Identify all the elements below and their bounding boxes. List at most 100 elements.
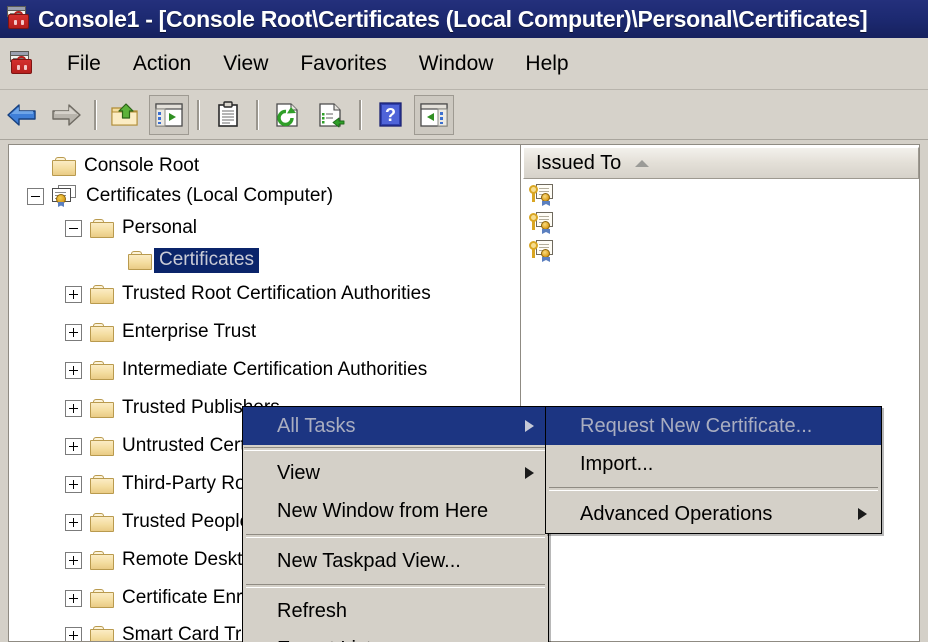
tree-item-trusted-people[interactable]: Trusted People xyxy=(65,507,250,537)
tree-item-label: Trusted Root Certification Authorities xyxy=(122,283,431,304)
mmc-console-icon-small[interactable] xyxy=(9,50,35,77)
tree-expand-toggle[interactable] xyxy=(65,323,82,341)
properties-button[interactable] xyxy=(208,95,248,135)
context-menu-item-label: Refresh xyxy=(277,599,348,622)
tree-expand-toggle[interactable] xyxy=(65,551,82,569)
folder-icon xyxy=(128,250,152,270)
context-menu-item-label: All Tasks xyxy=(277,414,356,437)
submenu-item-label: Import... xyxy=(580,452,654,475)
tree-item-personal[interactable]: Personal xyxy=(65,213,197,243)
all-tasks-submenu[interactable]: Request New Certificate... Import... Adv… xyxy=(545,406,882,534)
folder-icon xyxy=(90,398,114,418)
column-header-issued-to[interactable]: Issued To xyxy=(523,147,919,179)
title-bar: Console1 - [Console Root\Certificates (L… xyxy=(0,0,928,38)
tree-expand-toggle[interactable] xyxy=(65,437,82,455)
submenu-item-label: Request New Certificate... xyxy=(580,414,813,437)
context-menu-item-refresh[interactable]: Refresh xyxy=(243,592,548,630)
list-rows xyxy=(523,181,919,301)
tree-item-remote-desktop[interactable]: Remote Desktop xyxy=(65,545,264,575)
action-pane-icon xyxy=(419,101,449,129)
folder-icon xyxy=(90,625,114,641)
context-menu-item-label: New Taskpad View... xyxy=(277,549,461,572)
show-hide-console-tree-button[interactable] xyxy=(149,94,189,135)
context-menu-item-view[interactable]: View xyxy=(243,454,548,492)
context-menu-separator xyxy=(246,584,545,588)
submenu-item-request-new-certificate[interactable]: Request New Certificate... xyxy=(546,407,881,445)
table-row[interactable] xyxy=(523,209,919,237)
tree-expand-toggle[interactable] xyxy=(65,513,82,531)
refresh-button[interactable] xyxy=(267,95,307,135)
certificate-icon xyxy=(529,183,555,207)
certificate-icon xyxy=(529,239,555,263)
forward-button[interactable] xyxy=(46,95,86,135)
tree-item-label: Certificates xyxy=(154,247,260,273)
sort-ascending-icon xyxy=(635,159,650,167)
context-menu-separator xyxy=(246,534,545,538)
submenu-item-import[interactable]: Import... xyxy=(546,445,881,483)
toolbar-separator-2 xyxy=(197,99,200,130)
context-menu-item-new-window-from-here[interactable]: New Window from Here xyxy=(243,492,548,530)
svg-text:?: ? xyxy=(385,105,396,125)
table-row[interactable] xyxy=(523,237,919,265)
tree-item-certificates-local-computer[interactable]: Certificates (Local Computer) xyxy=(27,181,333,211)
tree-item-trusted-root-certification-authorities[interactable]: Trusted Root Certification Authorities xyxy=(65,279,431,309)
folder-icon xyxy=(90,436,114,456)
menu-file[interactable]: File xyxy=(51,50,117,78)
submenu-item-advanced-operations[interactable]: Advanced Operations xyxy=(546,495,881,533)
menu-bar: File Action View Favorites Window Help xyxy=(0,38,928,90)
tree-item-label: Console Root xyxy=(84,155,200,176)
up-one-level-button[interactable] xyxy=(105,95,145,135)
tree-expand-toggle[interactable] xyxy=(65,285,82,303)
certificate-icon xyxy=(529,211,555,235)
folder-icon xyxy=(52,156,76,176)
toolbar-separator-3 xyxy=(256,99,259,130)
menu-favorites[interactable]: Favorites xyxy=(284,50,402,78)
tree-item-label: Certificates (Local Computer) xyxy=(86,185,334,206)
folder-icon xyxy=(90,550,114,570)
menu-window[interactable]: Window xyxy=(403,50,510,78)
context-menu-item-new-taskpad-view[interactable]: New Taskpad View... xyxy=(243,542,548,580)
tree-expand-toggle[interactable] xyxy=(65,589,82,607)
context-menu[interactable]: All Tasks View New Window from Here New … xyxy=(242,406,549,642)
folder-icon xyxy=(90,218,114,238)
tree-item-certificates-selected[interactable]: Certificates xyxy=(103,245,260,275)
context-menu-separator xyxy=(244,447,547,451)
folder-icon xyxy=(90,512,114,532)
folder-icon xyxy=(90,284,114,304)
back-button[interactable] xyxy=(2,95,42,135)
menu-action[interactable]: Action xyxy=(117,50,207,78)
up-folder-icon xyxy=(110,101,140,129)
refresh-icon xyxy=(272,101,302,129)
tree-item-enterprise-trust[interactable]: Enterprise Trust xyxy=(65,317,256,347)
tree-collapse-toggle[interactable] xyxy=(27,187,44,205)
tree-expand-toggle[interactable] xyxy=(65,475,82,493)
console-tree-icon xyxy=(154,101,184,129)
export-list-button[interactable] xyxy=(311,95,351,135)
tree-item-console-root[interactable]: Console Root xyxy=(27,151,199,181)
show-hide-action-pane-button[interactable] xyxy=(414,94,454,135)
tree-expand-toggle[interactable] xyxy=(65,399,82,417)
context-menu-item-export-list[interactable]: Export List... xyxy=(243,630,548,642)
tree-expand-toggle[interactable] xyxy=(65,626,82,641)
help-button[interactable]: ? xyxy=(370,95,410,135)
context-menu-item-all-tasks[interactable]: All Tasks xyxy=(243,407,548,445)
tree-item-label: Trusted People xyxy=(122,511,251,532)
window-title: Console1 - [Console Root\Certificates (L… xyxy=(38,5,868,32)
tree-item-intermediate-certification-authorities[interactable]: Intermediate Certification Authorities xyxy=(65,355,427,385)
tree-expand-toggle[interactable] xyxy=(65,361,82,379)
menu-view[interactable]: View xyxy=(207,50,284,78)
toolbar-separator-4 xyxy=(359,99,362,130)
certificates-list-pane[interactable]: Issued To xyxy=(520,144,920,642)
folder-icon xyxy=(90,322,114,342)
tree-collapse-toggle[interactable] xyxy=(65,219,82,237)
submenu-arrow-icon xyxy=(525,467,534,479)
submenu-item-label: Advanced Operations xyxy=(580,502,773,525)
submenu-arrow-icon xyxy=(525,420,534,432)
folder-icon xyxy=(90,360,114,380)
context-menu-item-label: New Window from Here xyxy=(277,499,489,522)
table-row[interactable] xyxy=(523,181,919,209)
menu-help[interactable]: Help xyxy=(509,50,584,78)
snapin-icon xyxy=(52,185,78,207)
